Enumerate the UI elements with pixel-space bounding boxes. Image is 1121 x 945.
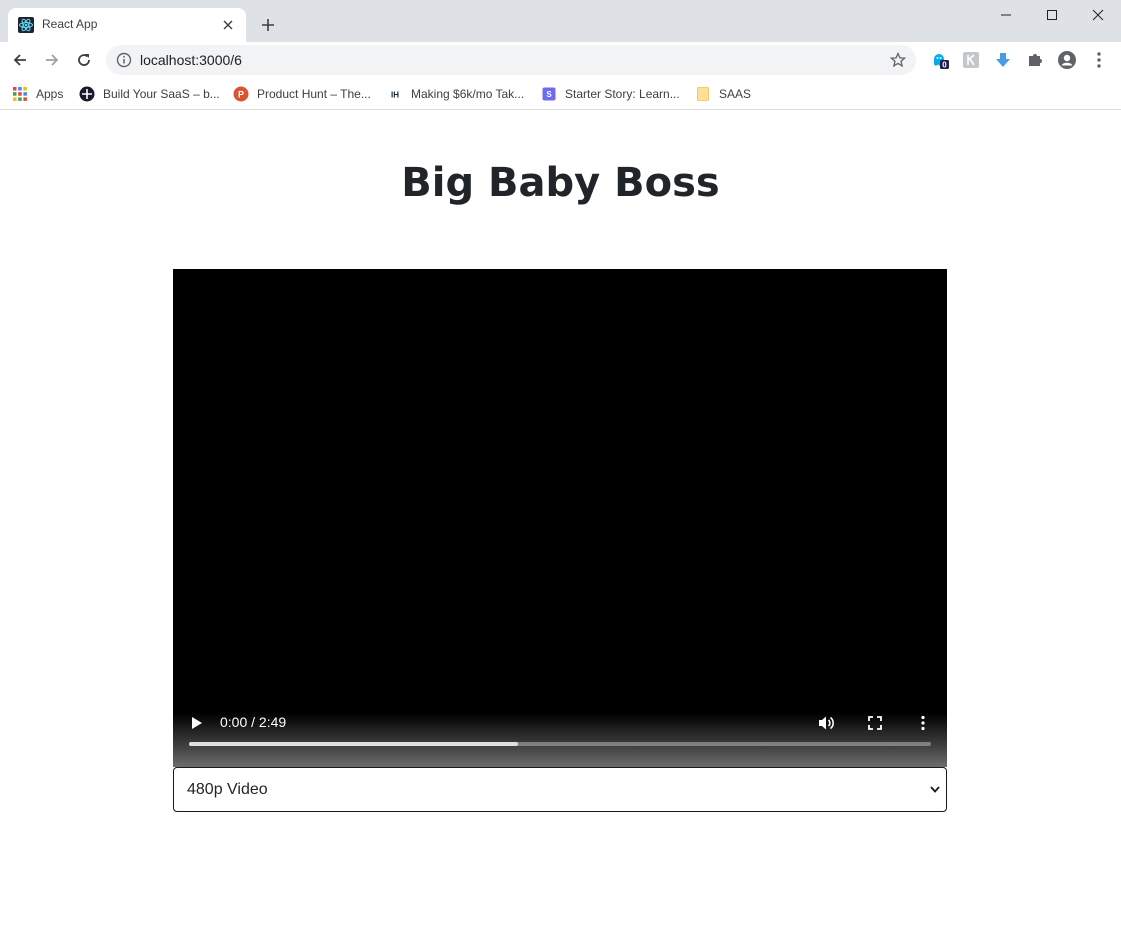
tab-title: React App [42,17,98,31]
video-controls: 0:00 / 2:49 [173,713,947,767]
forward-arrow-icon [46,54,59,66]
grey-extension-icon[interactable] [961,50,981,70]
react-logo-icon [18,17,34,33]
video-progress-bar[interactable] [189,742,931,746]
bookmark-label: Build Your SaaS – b... [103,87,220,101]
maximize-button[interactable] [1029,0,1075,30]
close-tab-icon[interactable] [220,17,236,33]
plus-icon [262,19,274,31]
product-hunt-icon: P [233,86,249,102]
browser-toolbar: localhost:3000/6 0 [0,42,1121,78]
fullscreen-button[interactable] [865,713,885,733]
indie-hackers-icon: IH [391,91,399,100]
back-arrow-icon [13,54,26,66]
bookmark-label: Making $6k/mo Tak... [411,87,525,101]
bookmark-product-hunt[interactable]: P Product Hunt – The... [233,83,371,105]
video-buffered-range [189,742,519,746]
forward-button[interactable] [40,48,64,72]
address-bar[interactable]: localhost:3000/6 [106,45,916,75]
url-text[interactable]: localhost:3000/6 [140,52,242,68]
close-window-button[interactable] [1075,0,1121,30]
svg-text:IH: IH [391,91,399,100]
more-options-button[interactable] [913,713,933,733]
bookmark-label: Product Hunt – The... [257,87,371,101]
chevron-down-icon [930,786,940,793]
folder-icon [697,87,709,101]
reload-icon [78,54,90,66]
bookmark-saas-folder[interactable]: SAAS [695,83,751,105]
more-vertical-icon [921,715,925,731]
page-title: Big Baby Boss [401,160,720,206]
profile-avatar-icon[interactable] [1057,50,1077,70]
bookmark-starter-story[interactable]: S Starter Story: Learn... [541,83,680,105]
maximize-icon [1047,10,1057,20]
volume-icon [819,716,834,730]
bookmark-apps[interactable]: Apps [12,83,63,105]
bookmarks-bar: Apps Build Your SaaS – b... P Product Hu… [0,78,1121,110]
video-player[interactable]: 0:00 / 2:49 [173,269,947,767]
play-icon [192,717,202,729]
browser-tab[interactable]: React App [8,8,246,42]
browser-menu-icon[interactable] [1089,50,1109,70]
bookmark-build-saas[interactable]: Build Your SaaS – b... [79,83,220,105]
play-button[interactable] [187,713,207,733]
ghostery-extension-icon[interactable]: 0 [930,50,950,70]
bookmark-label: Apps [36,87,64,101]
extensions-puzzle-icon[interactable] [1025,50,1045,70]
minimize-icon [1001,14,1011,16]
svg-text:P: P [238,90,244,100]
bookmark-label: SAAS [719,87,752,101]
volume-button[interactable] [817,713,837,733]
fullscreen-icon [868,716,882,730]
close-icon [1092,9,1104,21]
quality-selected-value: 480p Video [187,781,268,798]
apps-grid-icon [13,87,27,101]
extension-badge: 0 [942,61,947,70]
bookmark-label: Starter Story: Learn... [565,87,680,101]
new-tab-button[interactable] [256,13,280,37]
reload-button[interactable] [72,48,96,72]
site-info-icon[interactable] [116,52,132,68]
video-time-display: 0:00 / 2:49 [220,714,287,730]
quality-select[interactable]: 480p Video [173,767,947,812]
download-arrow-icon[interactable] [993,50,1013,70]
bookmark-making-6k[interactable]: IH Making $6k/mo Tak... [387,83,524,105]
browser-titlebar: React App [0,0,1121,42]
bookmark-star-icon[interactable] [889,51,907,68]
build-saas-icon [79,86,95,102]
minimize-button[interactable] [983,0,1029,30]
starter-story-icon: S [542,87,556,101]
back-button[interactable] [8,48,32,72]
svg-text:S: S [546,90,552,99]
